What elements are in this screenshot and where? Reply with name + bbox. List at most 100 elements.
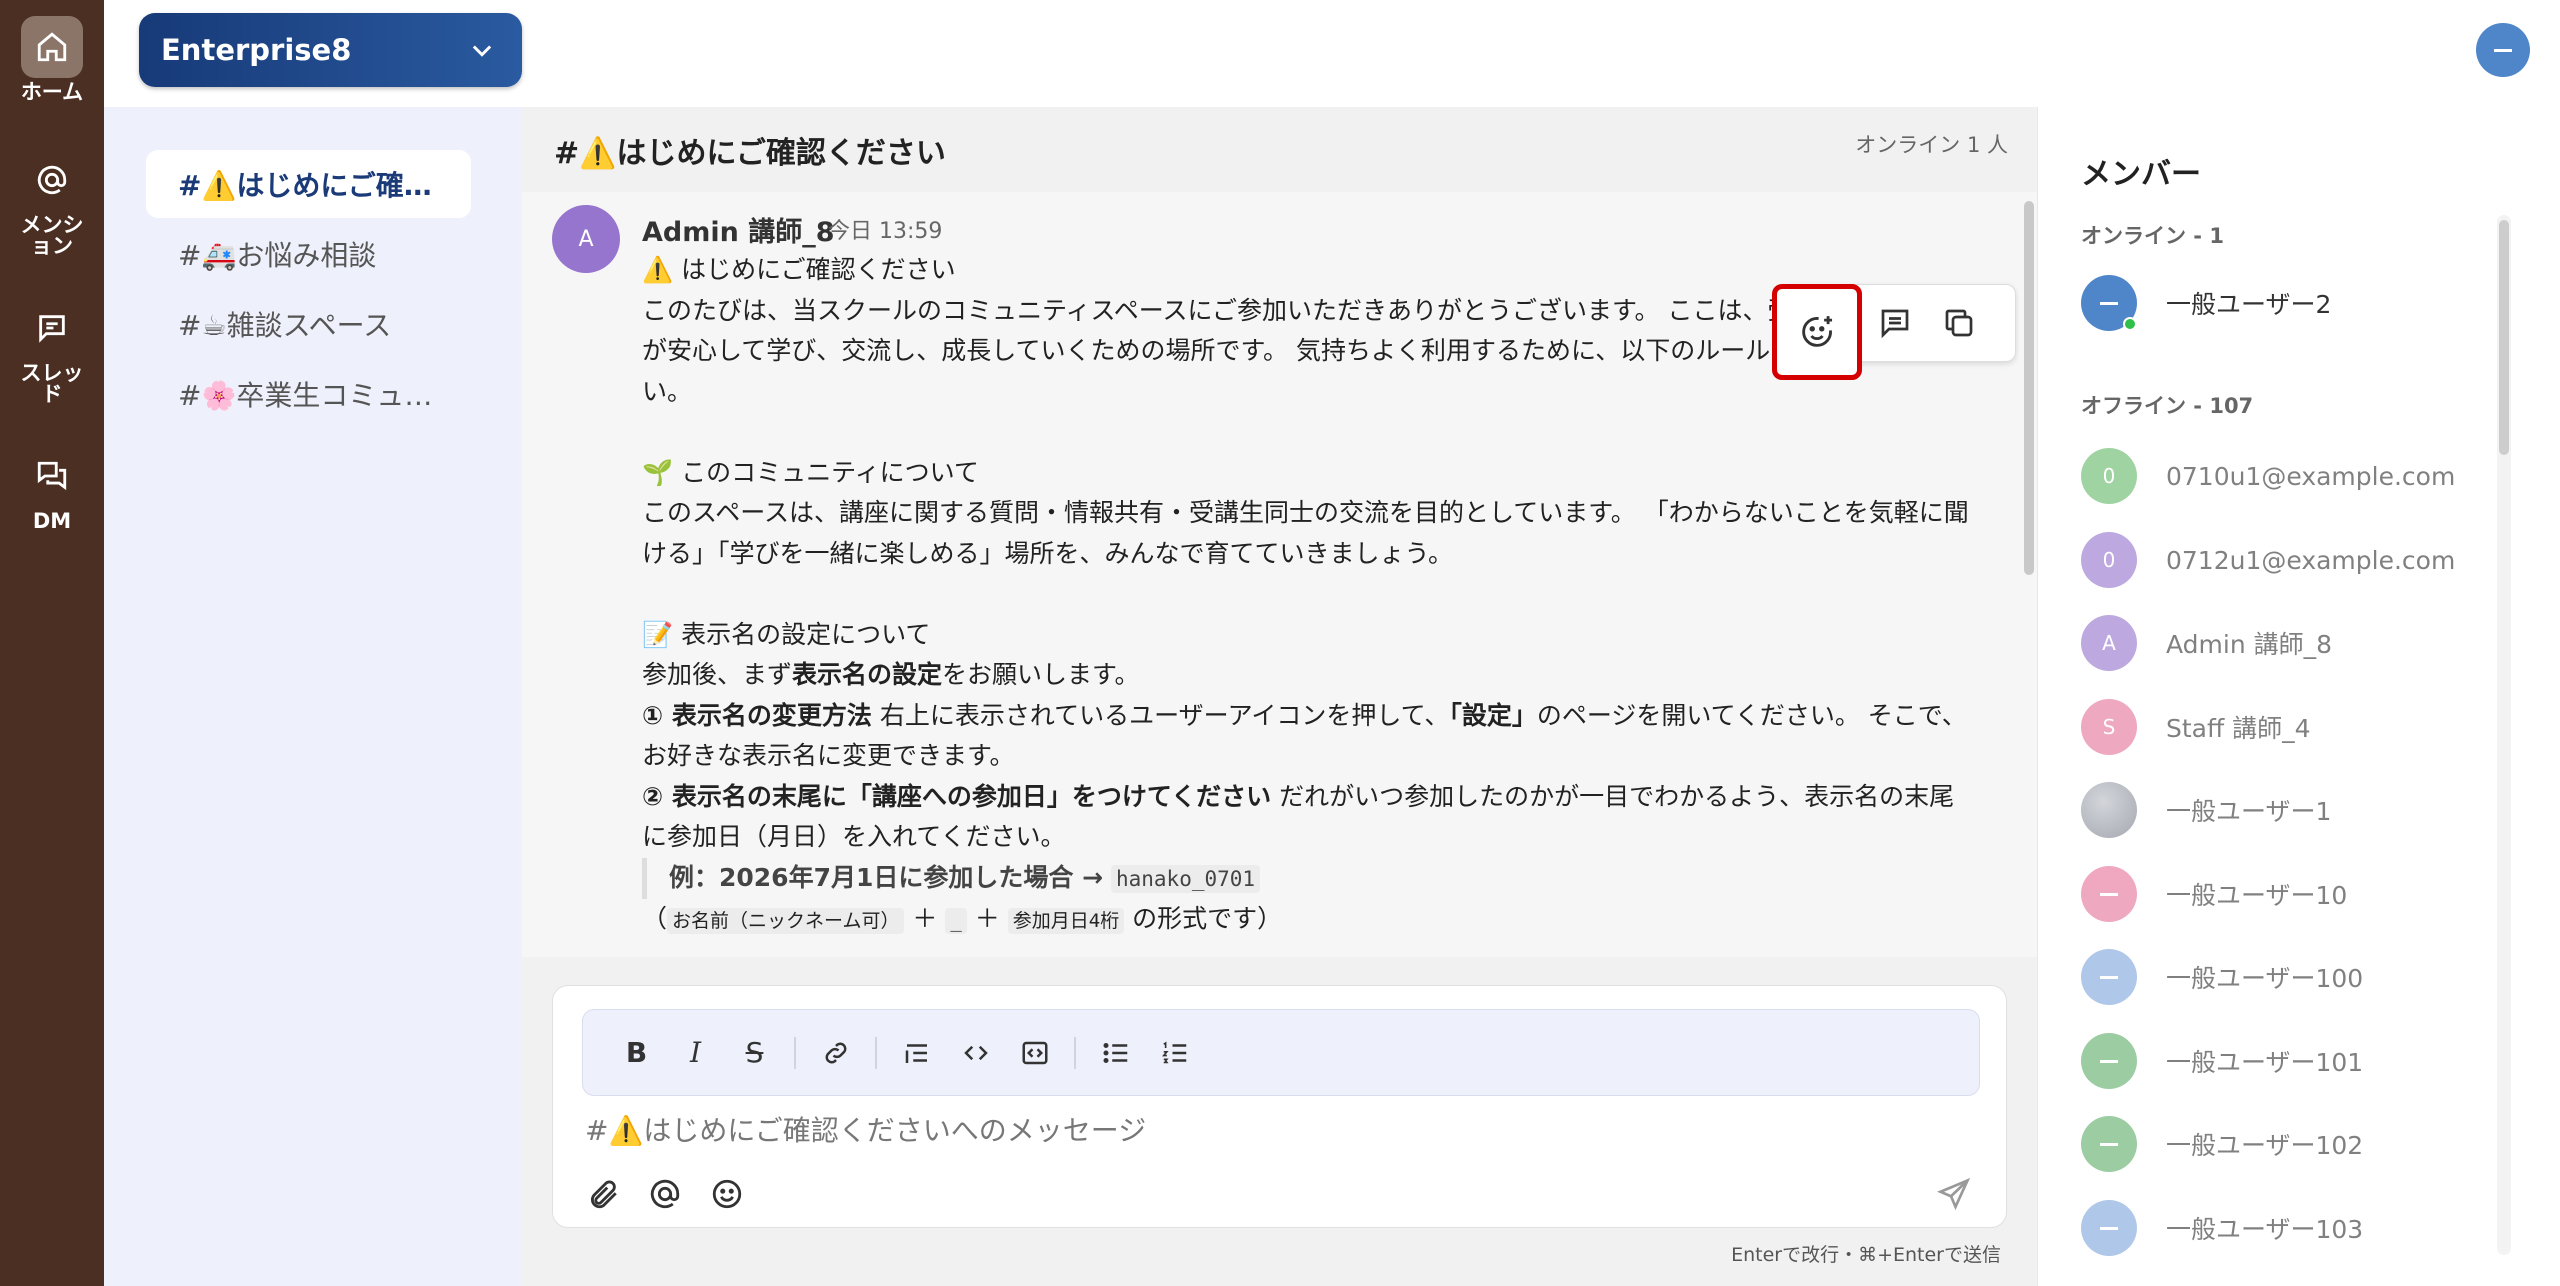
mention-button[interactable] — [643, 1172, 687, 1216]
member-item[interactable]: 0 0710u1@example.com — [2081, 446, 2455, 506]
rail-threads-label: スレッド — [20, 361, 84, 406]
member-item[interactable]: 一般ユーザー103 — [2081, 1198, 2363, 1258]
workspace-selector[interactable]: Enterprise8 — [139, 13, 522, 87]
left-rail: ホーム メンション スレッド DM — [0, 0, 104, 1286]
link-button[interactable] — [806, 1023, 865, 1082]
copy-button[interactable] — [1927, 284, 1991, 362]
attach-button[interactable] — [581, 1172, 625, 1216]
member-name: 一般ユーザー101 — [2166, 1048, 2364, 1077]
rail-mentions-label: メンション — [20, 213, 84, 258]
ordered-list-button[interactable] — [1145, 1023, 1204, 1082]
member-scrollbar-thumb[interactable] — [2499, 220, 2509, 455]
bold-button[interactable]: B — [607, 1023, 666, 1082]
member-name: Admin 講師_8 — [2166, 630, 2333, 659]
inline-code-button[interactable] — [946, 1023, 1005, 1082]
section-displayname-intro: 参加後、まず表示名の設定をお願いします。 — [642, 660, 1140, 689]
member-name: 一般ユーザー1 — [2166, 797, 2332, 826]
member-item[interactable]: 一般ユーザー1 — [2081, 780, 2331, 840]
avatar: S — [2081, 699, 2137, 755]
rail-home[interactable]: ホーム — [0, 16, 104, 103]
member-name: 0712u1@example.com — [2166, 545, 2456, 575]
user-avatar-button[interactable] — [2476, 23, 2530, 77]
channel-item-chat[interactable]: #☕雑談スペース — [146, 290, 471, 358]
member-name: 一般ユーザー2 — [2166, 290, 2332, 319]
chevron-down-icon — [472, 45, 492, 57]
thread-icon — [21, 297, 83, 359]
message-list: A Admin 講師_8 今日 13:59 ⚠️ はじめにご確認ください このた… — [522, 192, 2020, 957]
channel-title: #⚠️はじめにご確認ください — [554, 135, 946, 171]
member-item[interactable]: 一般ユーザー102 — [2081, 1114, 2363, 1174]
format-toolbar: B I S — [582, 1009, 1980, 1096]
member-item[interactable]: 0 0712u1@example.com — [2081, 530, 2455, 590]
online-section-label: オンライン - 1 — [2081, 224, 2224, 248]
channel-item-welcome[interactable]: #⚠️はじめにご確… — [146, 150, 471, 218]
send-button[interactable] — [1932, 1172, 1976, 1216]
message-avatar[interactable]: A — [552, 205, 620, 273]
message-author[interactable]: Admin 講師_8 — [642, 210, 835, 249]
section-displayname-title: 📝 表示名の設定について — [642, 619, 931, 649]
avatar — [2081, 782, 2137, 838]
send-icon — [1937, 1177, 1971, 1211]
blockquote-button[interactable] — [887, 1023, 946, 1082]
add-reaction-button[interactable] — [1772, 284, 1862, 380]
online-status-dot — [2123, 317, 2137, 331]
rule-1: ① 表示名の変更方法 右上に表示されているユーザーアイコンを押して、「設定」のペ… — [642, 700, 1967, 771]
copy-icon — [1945, 309, 1973, 337]
rail-dm[interactable]: DM — [0, 445, 104, 532]
member-item[interactable]: 一般ユーザー10 — [2081, 864, 2347, 924]
strikethrough-button[interactable]: S — [725, 1023, 784, 1082]
members-title: メンバー — [2081, 157, 2201, 192]
reply-thread-icon — [1881, 309, 1909, 339]
avatar: 0 — [2081, 448, 2137, 504]
add-reaction-icon — [1802, 316, 1833, 347]
workspace-name: Enterprise8 — [161, 33, 352, 67]
member-item[interactable]: 一般ユーザー2 — [2081, 273, 2331, 333]
dm-icon — [21, 445, 83, 507]
avatar — [2081, 1116, 2137, 1172]
code-icon — [963, 1045, 988, 1060]
member-name: 0710u1@example.com — [2166, 461, 2456, 491]
member-item[interactable]: A Admin 講師_8 — [2081, 613, 2332, 673]
member-name: 一般ユーザー10 — [2166, 881, 2348, 910]
link-icon — [825, 1042, 846, 1063]
avatar — [2081, 275, 2137, 331]
member-name: 一般ユーザー103 — [2166, 1215, 2364, 1244]
rail-threads[interactable]: スレッド — [0, 297, 104, 405]
reply-thread-button[interactable] — [1863, 284, 1927, 362]
at-sign-icon — [21, 149, 83, 211]
at-sign-icon — [650, 1179, 680, 1209]
member-panel: メンバー オンライン - 1 一般ユーザー2 オフライン - 107 0 071… — [2037, 107, 2560, 1286]
rail-home-label: ホーム — [20, 80, 84, 104]
avatar — [2081, 949, 2137, 1005]
channel-item-alumni[interactable]: #🌸卒業生コミュ… — [146, 360, 471, 428]
member-item[interactable]: S Staff 講師_4 — [2081, 697, 2311, 757]
bullet-list-button[interactable] — [1086, 1023, 1145, 1082]
channel-item-consultation[interactable]: #🚑お悩み相談 — [146, 220, 471, 288]
italic-button[interactable]: I — [666, 1023, 725, 1082]
blockquote-icon — [905, 1043, 927, 1063]
message-input[interactable] — [585, 1114, 1965, 1147]
ordered-list-icon — [1161, 1040, 1186, 1063]
rule-2: ② 表示名の末尾に「講座への参加日」をつけてください だれがいつ参加したのかが一… — [642, 781, 1955, 852]
channel-header: #⚠️はじめにご確認ください オンライン 1 人 — [522, 107, 2037, 192]
emoji-button[interactable] — [705, 1172, 749, 1216]
avatar: 0 — [2081, 532, 2137, 588]
member-item[interactable]: 一般ユーザー101 — [2081, 1031, 2363, 1091]
avatar: A — [2081, 615, 2137, 671]
bullet-list-icon — [1103, 1042, 1127, 1063]
send-hint: Enterで改行・⌘+Enterで送信 — [1731, 1244, 2001, 1266]
member-item[interactable]: 一般ユーザー100 — [2081, 947, 2363, 1007]
example-quote: 例：2026年7月1日に参加した場合 → hanako_0701 — [642, 857, 1972, 899]
online-count: オンライン 1 人 — [1855, 133, 2008, 157]
channel-main: #⚠️はじめにご確認ください オンライン 1 人 A Admin 講師_8 今日… — [522, 107, 2037, 1286]
example-code: hanako_0701 — [1110, 864, 1261, 893]
message-composer: B I S — [552, 985, 2007, 1228]
smiley-icon — [712, 1179, 742, 1209]
section-community-body: このスペースは、講座に関する質問・情報共有・受講生同士の交流を目的としています。… — [642, 498, 1969, 568]
member-name: 一般ユーザー100 — [2166, 964, 2364, 993]
format-note: （お名前（ニックネーム可） ＋ _ ＋ 参加月日4桁 の形式です） — [642, 904, 1283, 934]
code-block-button[interactable] — [1005, 1023, 1064, 1082]
message-scrollbar-thumb[interactable] — [2024, 201, 2034, 575]
rail-mentions[interactable]: メンション — [0, 149, 104, 257]
offline-section-label: オフライン - 107 — [2081, 394, 2254, 418]
